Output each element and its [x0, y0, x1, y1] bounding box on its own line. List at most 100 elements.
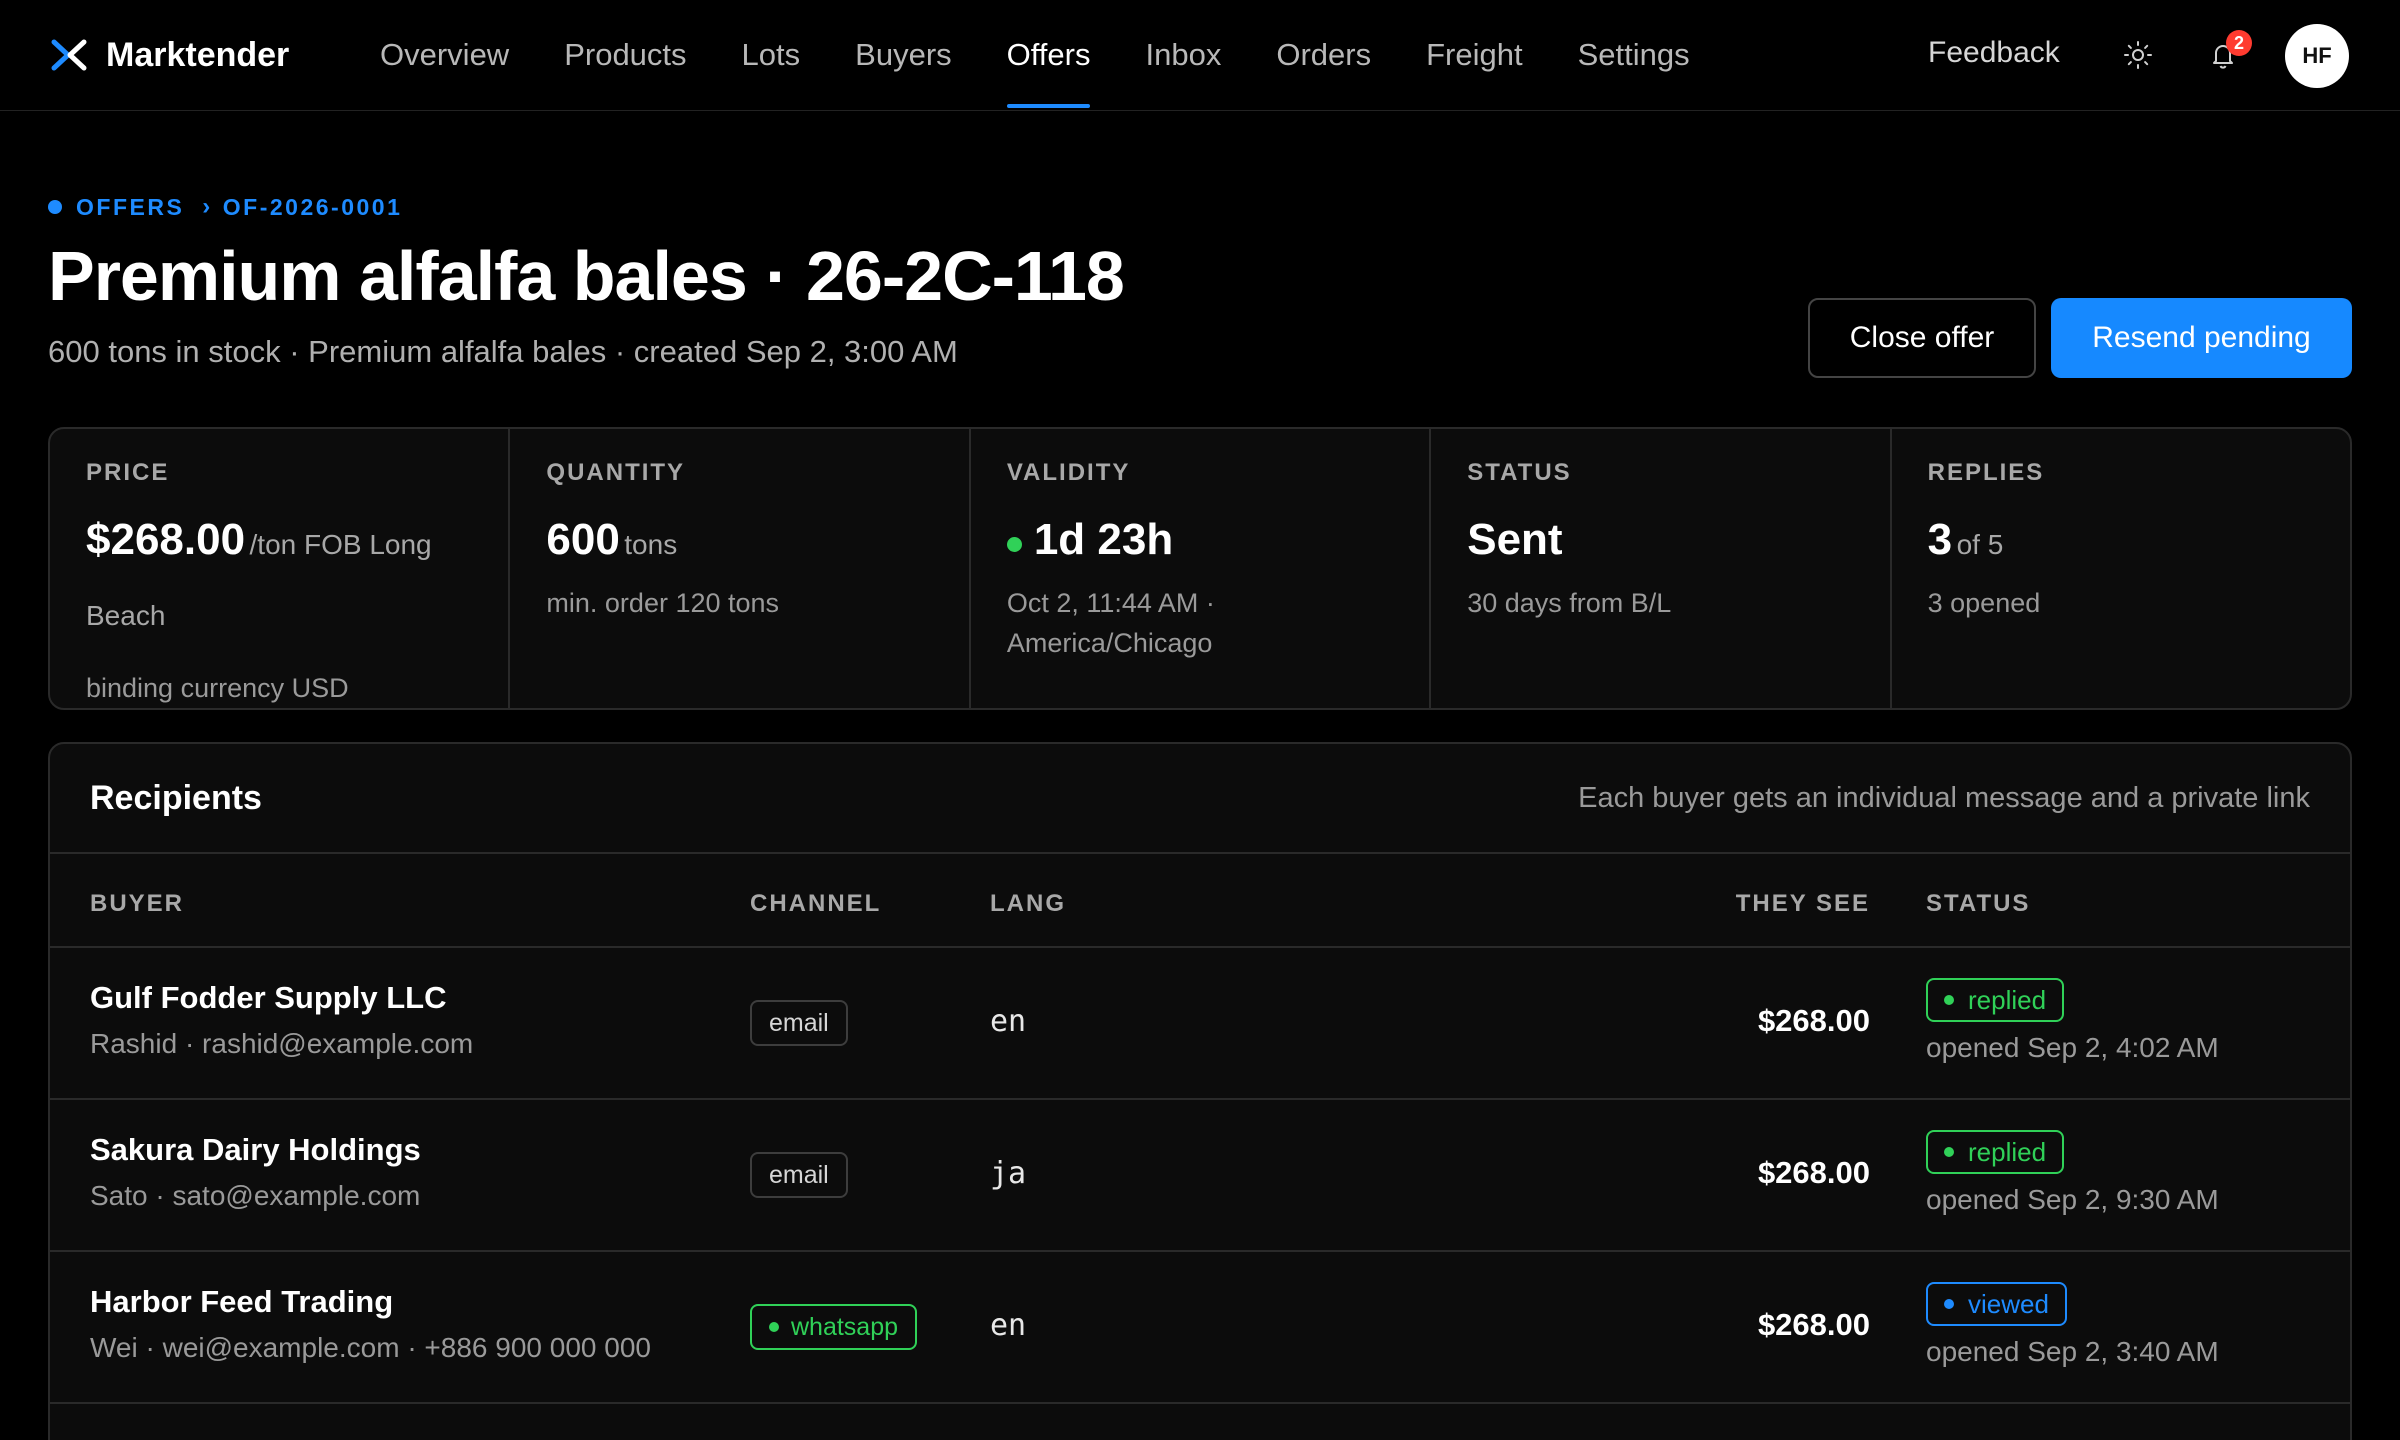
language-code: en — [990, 1308, 1027, 1343]
table-row[interactable]: Harbor Feed Trading Wei · wei@example.co… — [50, 1252, 2350, 1404]
validity-remaining: 1d 23h — [1033, 515, 1174, 564]
active-status-dot-icon — [1006, 537, 1022, 553]
page-subtitle: 600 tons in stock · Premium alfalfa bale… — [48, 334, 958, 369]
breadcrumb: OFFERS › OF-2026-0001 — [48, 193, 402, 221]
offer-stats-panel: PRICE $268.00 /ton FOB Long Beach bindin… — [48, 427, 2352, 710]
status-badge: replied — [1926, 1130, 2065, 1174]
channel-label: email — [769, 1160, 829, 1189]
breadcrumb-dot-icon — [48, 200, 62, 214]
top-nav-bar: Marktender Overview Products Lots Buyers… — [0, 0, 2400, 111]
status-cell: viewed opened Sep 2, 3:40 AM — [1926, 1282, 2219, 1368]
status-value: Sent — [1467, 515, 1563, 564]
column-header-buyer[interactable]: BUYER — [90, 890, 184, 918]
app-name: Marktender — [106, 35, 290, 74]
marktender-logo-icon — [51, 39, 87, 71]
resend-pending-button[interactable]: Resend pending — [2051, 298, 2352, 378]
stat-value-line: Sent — [1467, 507, 1853, 583]
status-label: replied — [1968, 1136, 2047, 1167]
channel-badge: email — [750, 1152, 848, 1198]
channel-label: whatsapp — [791, 1312, 899, 1341]
theme-toggle-button[interactable] — [2113, 30, 2163, 80]
status-cell: replied opened Sep 2, 4:02 AM — [1926, 978, 2219, 1064]
stat-label: REPLIES — [1927, 459, 2045, 486]
stat-value-line: 1d 23h — [1006, 507, 1393, 583]
column-header-channel[interactable]: CHANNEL — [750, 890, 881, 918]
stat-value-line: 3 of 5 — [1928, 507, 2314, 583]
notifications-button[interactable]: 2 — [2198, 30, 2252, 80]
main-nav: Overview Products Lots Buyers Offers Inb… — [380, 0, 1745, 110]
breadcrumb-current: OF-2026-0001 — [222, 193, 403, 220]
price-currency-note: binding currency USD — [86, 673, 349, 703]
language-code: en — [990, 1004, 1027, 1039]
table-row[interactable]: Sakura Dairy Holdings Sato · sato@exampl… — [50, 1100, 2350, 1252]
buyer-name[interactable]: Gulf Fodder Supply LLC — [90, 980, 473, 1016]
replies-count: 3 — [1927, 515, 1953, 564]
column-header-status[interactable]: STATUS — [1926, 890, 2030, 918]
buyer-name[interactable]: Sakura Dairy Holdings — [90, 1132, 421, 1168]
recipients-table-header: BUYER CHANNEL LANG THEY SEE STATUS — [50, 854, 2350, 948]
channel-badge: email — [750, 1000, 848, 1046]
status-dot-icon — [1944, 995, 1954, 1005]
recipients-header: Recipients Each buyer gets an individual… — [50, 744, 2350, 854]
status-label: replied — [1968, 984, 2047, 1015]
recipients-note: Each buyer gets an individual message an… — [1578, 781, 2310, 814]
buyer-contact: Wei · wei@example.com · +886 900 000 000 — [90, 1332, 651, 1363]
buyer-cell: Gulf Fodder Supply LLC Rashid · rashid@e… — [90, 980, 473, 1060]
stat-price: PRICE $268.00 /ton FOB Long Beach bindin… — [50, 429, 511, 708]
buyer-contact: Sato · sato@example.com — [90, 1180, 421, 1211]
nav-item-freight[interactable]: Freight — [1426, 0, 1522, 110]
page-title: Premium alfalfa bales · 26-2C-118 — [48, 237, 1125, 315]
stat-label: VALIDITY — [1006, 459, 1131, 486]
column-header-they-see[interactable]: THEY SEE — [1736, 890, 1870, 918]
user-avatar[interactable]: HF — [2285, 24, 2349, 88]
stat-quantity: QUANTITY 600 tons min. order 120 tons — [510, 429, 971, 708]
nav-item-orders[interactable]: Orders — [1276, 0, 1371, 110]
status-dot-icon — [1944, 1147, 1954, 1157]
stat-validity: VALIDITY 1d 23h Oct 2, 11:44 AM · Americ… — [971, 429, 1432, 708]
stat-value-line: 600 tons — [546, 507, 932, 583]
nav-item-settings[interactable]: Settings — [1578, 0, 1690, 110]
language-code: ja — [990, 1156, 1027, 1191]
buyer-price: $268.00 — [1757, 1155, 1870, 1190]
quantity-value: 600 — [546, 515, 620, 564]
nav-item-products[interactable]: Products — [564, 0, 686, 110]
column-header-lang[interactable]: LANG — [990, 890, 1066, 918]
nav-item-lots[interactable]: Lots — [742, 0, 801, 110]
status-badge: replied — [1926, 978, 2065, 1022]
stat-status: STATUS Sent 30 days from B/L — [1431, 429, 1892, 708]
nav-item-buyers[interactable]: Buyers — [855, 0, 951, 110]
nav-item-offers[interactable]: Offers — [1006, 0, 1090, 110]
validity-expiry: Oct 2, 11:44 AM · America/Chicago — [1006, 588, 1215, 658]
channel-label: email — [769, 1008, 829, 1037]
status-cell: replied opened Sep 2, 9:30 AM — [1926, 1130, 2219, 1216]
feedback-link[interactable]: Feedback — [1928, 36, 2060, 70]
stat-label: QUANTITY — [546, 459, 686, 486]
opened-timestamp: opened Sep 2, 4:02 AM — [1926, 1032, 2219, 1063]
whatsapp-dot-icon — [769, 1322, 779, 1332]
opened-count: 3 opened — [1927, 588, 2041, 618]
nav-item-inbox[interactable]: Inbox — [1145, 0, 1221, 110]
recipients-title: Recipients — [90, 778, 262, 817]
payment-terms: 30 days from B/L — [1467, 588, 1672, 618]
breadcrumb-offers-link[interactable]: OFFERS — [76, 194, 184, 221]
stat-label: STATUS — [1467, 459, 1572, 486]
buyer-cell: Harbor Feed Trading Wei · wei@example.co… — [90, 1284, 651, 1364]
buyer-name[interactable]: Harbor Feed Trading — [90, 1284, 651, 1320]
status-label: viewed — [1968, 1288, 2049, 1319]
table-row[interactable]: Gulf Fodder Supply LLC Rashid · rashid@e… — [50, 948, 2350, 1100]
notification-count-badge: 2 — [2226, 30, 2252, 56]
brand[interactable]: Marktender — [48, 0, 289, 110]
recipients-panel: Recipients Each buyer gets an individual… — [48, 742, 2352, 1440]
price-value: $268.00 — [86, 515, 246, 564]
close-offer-button[interactable]: Close offer — [1808, 298, 2036, 378]
stat-label: PRICE — [86, 459, 170, 486]
nav-item-overview[interactable]: Overview — [380, 0, 509, 110]
buyer-cell: Sakura Dairy Holdings Sato · sato@exampl… — [90, 1132, 421, 1212]
replies-total: of 5 — [1956, 529, 2004, 560]
status-dot-icon — [1944, 1299, 1954, 1309]
chevron-right-icon: › — [202, 193, 213, 220]
status-badge: viewed — [1926, 1282, 2067, 1326]
buyer-contact: Rashid · rashid@example.com — [90, 1028, 474, 1059]
sun-icon — [2124, 41, 2152, 69]
channel-badge: whatsapp — [750, 1304, 918, 1350]
